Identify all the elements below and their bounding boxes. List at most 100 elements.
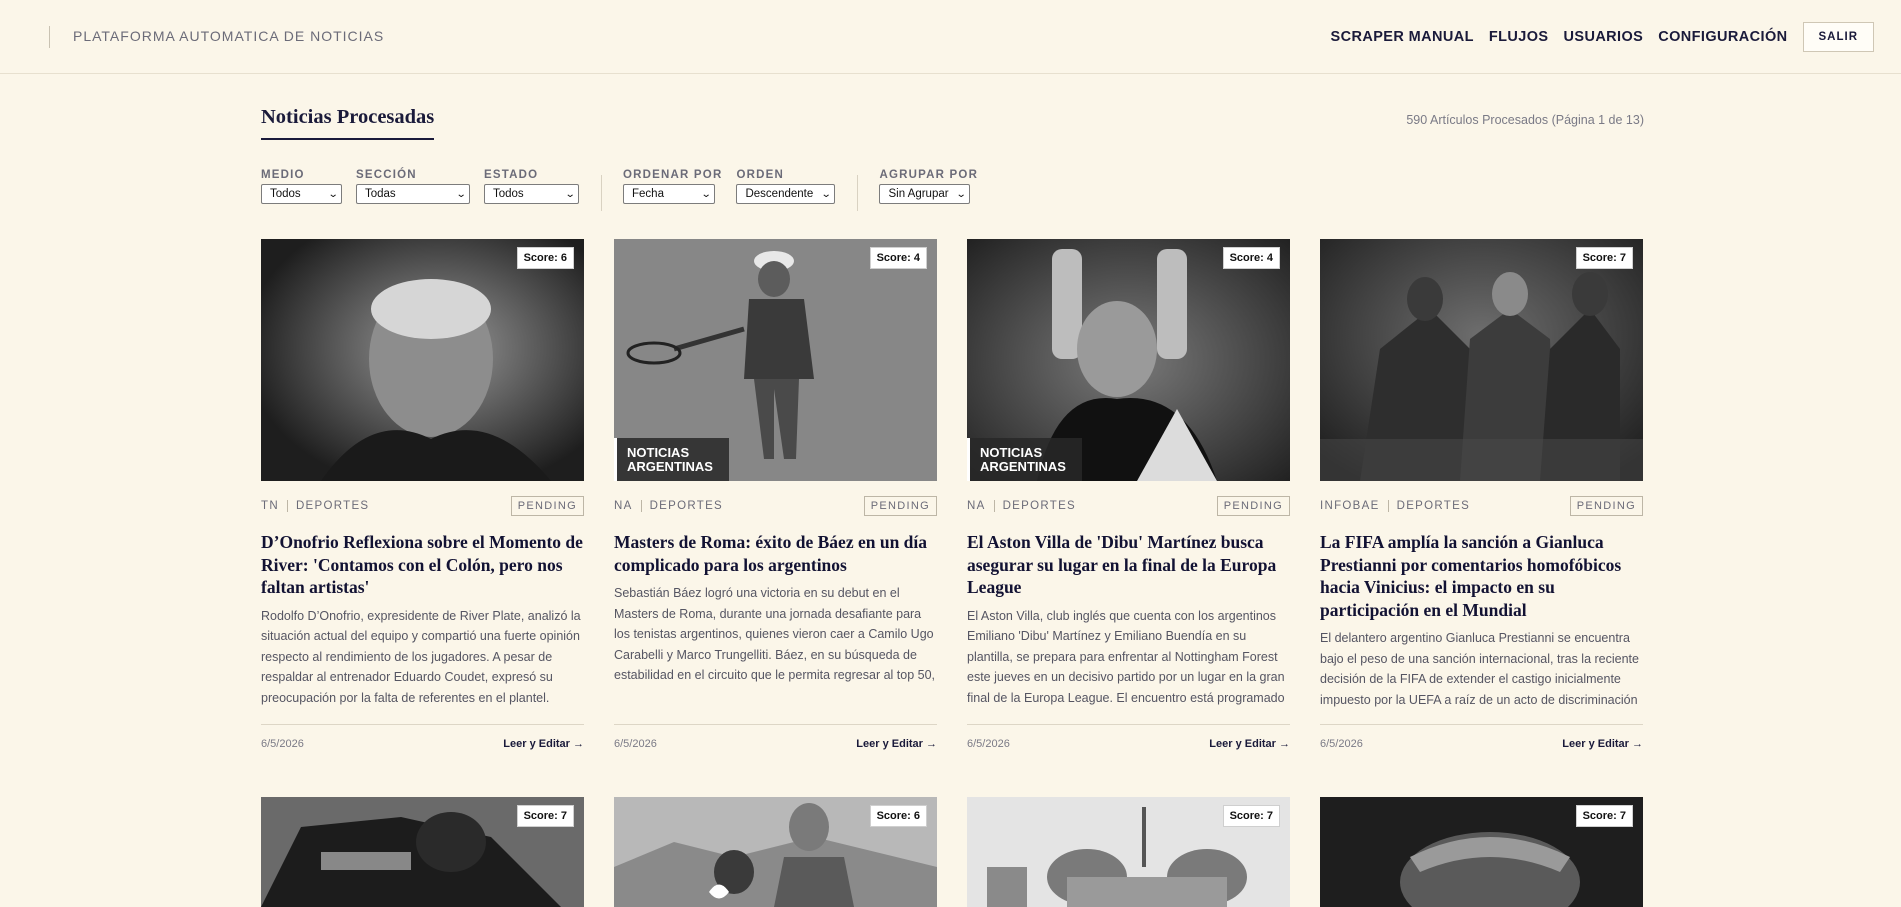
card-date: 6/5/2026 xyxy=(614,738,657,750)
source-name: NA xyxy=(614,500,633,512)
estado-select[interactable]: Todos ⌄ xyxy=(484,184,579,204)
news-image[interactable]: Score: 7 xyxy=(1320,239,1643,481)
score-badge: Score: 6 xyxy=(516,247,574,269)
section-name: DEPORTES xyxy=(649,500,724,512)
article-count: 590 Artículos Procesados (Página 1 de 13… xyxy=(1406,113,1644,127)
card-date: 6/5/2026 xyxy=(967,738,1010,750)
watermark-logo: NOTICIAS ARGENTINAS xyxy=(614,438,729,481)
status-badge: PENDING xyxy=(863,496,937,516)
estado-select-value: Todos xyxy=(493,188,524,200)
meta-divider xyxy=(640,500,642,512)
filter-divider xyxy=(857,175,859,211)
watermark-logo: NOTICIAS ARGENTINAS xyxy=(967,438,1082,481)
status-badge: PENDING xyxy=(1216,496,1290,516)
score-badge: Score: 4 xyxy=(1222,247,1280,269)
card-title[interactable]: Masters de Roma: éxito de Báez en un día… xyxy=(614,531,937,576)
news-card[interactable]: Score: 7 xyxy=(967,797,1290,907)
news-image[interactable]: Score: 6 xyxy=(614,797,937,907)
orden-select[interactable]: Descendente ⌄ xyxy=(736,184,836,204)
card-description: Rodolfo D’Onofrio, expresidente de River… xyxy=(261,608,581,705)
news-image[interactable]: Score: 4 NOTICIAS ARGENTINAS xyxy=(967,239,1290,481)
chevron-down-icon: ⌄ xyxy=(820,188,832,200)
news-image[interactable]: Score: 7 xyxy=(1320,797,1643,907)
card-footer: 6/5/2026 Leer y Editar → xyxy=(614,724,937,750)
card-title[interactable]: El Aston Villa de 'Dibu' Martínez busca … xyxy=(967,531,1290,599)
page-title: Noticias Procesadas xyxy=(261,106,435,140)
filter-orden-label: ORDEN xyxy=(736,169,784,181)
status-badge: PENDING xyxy=(1569,496,1643,516)
card-meta: INFOBAE DEPORTES PENDING xyxy=(1320,496,1643,516)
filter-seccion: SECCIÓN Todas ⌄ xyxy=(356,169,470,204)
news-card[interactable]: Score: 7 INFOBAE DEPORTES PENDING La FIF… xyxy=(1320,239,1643,750)
read-edit-link[interactable]: Leer y Editar → xyxy=(503,738,584,750)
seccion-select[interactable]: Todas ⌄ xyxy=(356,184,470,204)
agrupar-select-value: Sin Agrupar xyxy=(888,188,949,200)
news-image[interactable]: Score: 4 NOTICIAS ARGENTINAS xyxy=(614,239,937,481)
score-badge: Score: 6 xyxy=(869,805,927,827)
read-edit-link[interactable]: Leer y Editar → xyxy=(1209,738,1290,750)
nav-usuarios[interactable]: USUARIOS xyxy=(1564,29,1644,45)
chevron-down-icon: ⌄ xyxy=(564,188,576,200)
news-image[interactable]: Score: 6 xyxy=(261,239,584,481)
medio-select-value: Todos xyxy=(270,188,301,200)
card-date: 6/5/2026 xyxy=(1320,738,1363,750)
brand-divider xyxy=(49,26,50,48)
orden-select-value: Descendente xyxy=(745,188,814,200)
card-source: NA DEPORTES xyxy=(967,500,1076,512)
medio-select[interactable]: Todos ⌄ xyxy=(261,184,342,204)
section-name: DEPORTES xyxy=(1396,500,1471,512)
filter-ordenar: ORDENAR POR Fecha ⌄ xyxy=(623,169,722,204)
main-nav: SCRAPER MANUAL FLUJOS USUARIOS CONFIGURA… xyxy=(1331,22,1874,52)
source-name: NA xyxy=(967,500,986,512)
card-source: TN DEPORTES xyxy=(261,500,369,512)
card-meta: NA DEPORTES PENDING xyxy=(967,496,1290,516)
filter-seccion-label: SECCIÓN xyxy=(356,169,417,181)
seccion-select-value: Todas xyxy=(365,188,396,200)
news-card[interactable]: Score: 7 xyxy=(261,797,584,907)
card-title[interactable]: D’Onofrio Reflexiona sobre el Momento de… xyxy=(261,531,584,599)
nav-flujos[interactable]: FLUJOS xyxy=(1489,29,1549,45)
top-navbar: PLATAFORMA AUTOMATICA DE NOTICIAS SCRAPE… xyxy=(0,0,1901,74)
card-meta: TN DEPORTES PENDING xyxy=(261,496,584,516)
filter-agrupar: AGRUPAR POR Sin Agrupar ⌄ xyxy=(879,169,978,204)
filter-agrupar-label: AGRUPAR POR xyxy=(879,169,979,181)
news-card[interactable]: Score: 7 xyxy=(1320,797,1643,907)
filter-medio: MEDIO Todos ⌄ xyxy=(261,169,342,204)
read-edit-link[interactable]: Leer y Editar → xyxy=(1562,738,1643,750)
card-title[interactable]: La FIFA amplía la sanción a Gianluca Pre… xyxy=(1320,531,1643,621)
card-description: Sebastián Báez logró una victoria en su … xyxy=(614,586,936,682)
news-image[interactable]: Score: 7 xyxy=(261,797,584,907)
read-edit-link[interactable]: Leer y Editar → xyxy=(856,738,937,750)
score-badge: Score: 4 xyxy=(869,247,927,269)
filter-medio-label: MEDIO xyxy=(261,169,305,181)
source-name: TN xyxy=(261,500,279,512)
meta-divider xyxy=(286,500,288,512)
filter-orden: ORDEN Descendente ⌄ xyxy=(736,169,836,204)
news-card[interactable]: Score: 6 TN DEPORTES PENDING D’Onofrio R… xyxy=(261,239,584,750)
filter-divider xyxy=(601,175,602,211)
news-card[interactable]: Score: 6 xyxy=(614,797,937,907)
ordenar-select-value: Fecha xyxy=(632,188,664,200)
nav-configuracion[interactable]: CONFIGURACIÓN xyxy=(1658,29,1787,45)
chevron-down-icon: ⌄ xyxy=(955,188,967,200)
card-meta: NA DEPORTES PENDING xyxy=(614,496,937,516)
chevron-down-icon: ⌄ xyxy=(327,188,339,200)
chevron-down-icon: ⌄ xyxy=(700,188,712,200)
news-card[interactable]: Score: 4 NOTICIAS ARGENTINAS NA DEPORTES… xyxy=(967,239,1290,750)
news-card[interactable]: Score: 4 NOTICIAS ARGENTINAS NA DEPORTES… xyxy=(614,239,937,750)
meta-divider xyxy=(1387,500,1389,512)
card-source: NA DEPORTES xyxy=(614,500,723,512)
card-description: El Aston Villa, club inglés que cuenta c… xyxy=(967,608,1285,705)
chevron-down-icon: ⌄ xyxy=(455,188,467,200)
news-image[interactable]: Score: 7 xyxy=(967,797,1290,907)
logout-button[interactable]: SALIR xyxy=(1802,22,1874,52)
nav-scraper-manual[interactable]: SCRAPER MANUAL xyxy=(1331,29,1474,45)
score-badge: Score: 7 xyxy=(1222,805,1280,827)
agrupar-select[interactable]: Sin Agrupar ⌄ xyxy=(879,184,971,204)
source-name: INFOBAE xyxy=(1320,500,1380,512)
card-footer: 6/5/2026 Leer y Editar → xyxy=(261,724,584,750)
section-name: DEPORTES xyxy=(295,500,370,512)
filters-bar: MEDIO Todos ⌄ SECCIÓN Todas ⌄ ESTADO Tod… xyxy=(261,169,992,211)
ordenar-select[interactable]: Fecha ⌄ xyxy=(623,184,715,204)
filter-ordenar-label: ORDENAR POR xyxy=(623,169,723,181)
